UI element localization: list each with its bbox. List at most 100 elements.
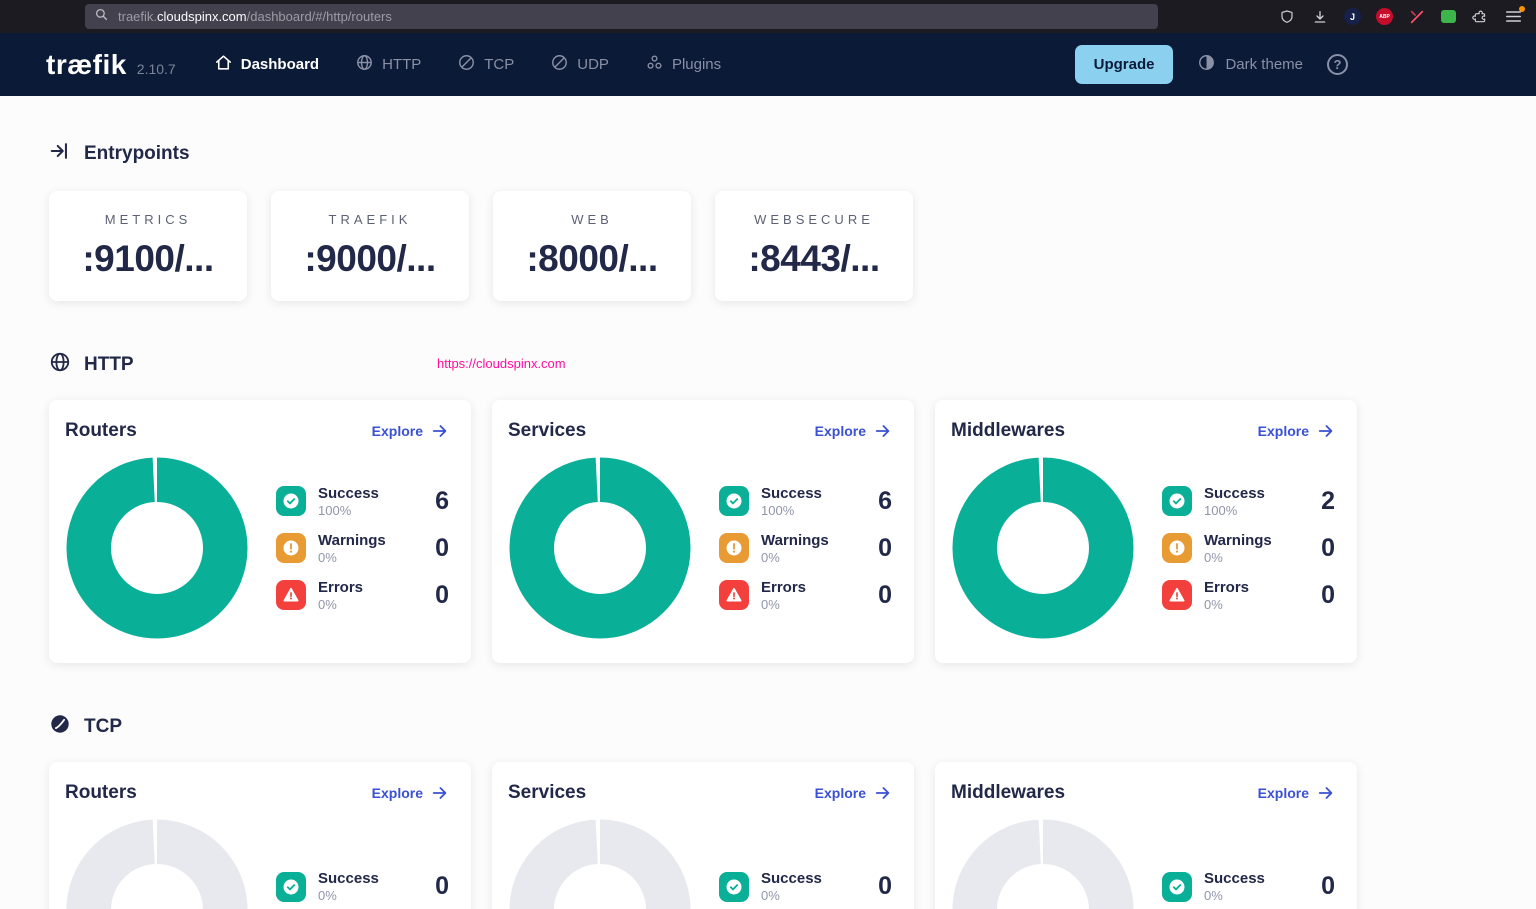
- udp-icon: [550, 53, 569, 76]
- tcp-services-card: Services Explore Success0% 0 Warnings0% …: [492, 762, 914, 909]
- nav-item-dashboard[interactable]: Dashboard: [214, 53, 319, 76]
- entrypoints-icon: [49, 140, 71, 167]
- entrypoint-card-websecure: WEBSECURE :8443/...: [715, 191, 913, 301]
- warnings-count: 0: [1321, 534, 1335, 563]
- entrypoints-row: METRICS :9100/... TRAEFIK :9000/... WEB …: [49, 191, 1536, 301]
- http-cards-row: Routers Explore Success100% 6 Warnings0%…: [49, 400, 1357, 663]
- nav-item-udp[interactable]: UDP: [550, 53, 609, 76]
- success-icon: [1162, 486, 1192, 516]
- errors-count: 0: [435, 581, 449, 610]
- success-count: 6: [435, 487, 449, 516]
- http-middlewares-card: Middlewares Explore Success100% 2 Warnin…: [935, 400, 1357, 663]
- success-count: 0: [435, 872, 449, 901]
- http-section-heading: HTTP https://cloudspinx.com: [49, 351, 1536, 378]
- card-title: Middlewares: [951, 782, 1065, 804]
- notification-dot-icon: [1519, 6, 1525, 12]
- http-routers-card: Routers Explore Success100% 6 Warnings0%…: [49, 400, 471, 663]
- download-icon[interactable]: [1311, 8, 1329, 26]
- donut-chart: [508, 456, 692, 640]
- tcp-section-heading: TCP: [49, 713, 1536, 740]
- entrypoints-section-heading: Entrypoints: [49, 140, 1536, 167]
- entrypoint-port: :8000/...: [526, 238, 657, 280]
- http-services-card: Services Explore Success100% 6 Warnings0…: [492, 400, 914, 663]
- browser-chrome: traefik.cloudspinx.com/dashboard/#/http/…: [0, 0, 1536, 33]
- tcp-icon: [49, 713, 71, 740]
- success-stat: Success100% 6: [276, 480, 449, 522]
- home-icon: [214, 53, 233, 76]
- success-stat: Success100% 2: [1162, 480, 1335, 522]
- extension-icon[interactable]: [1441, 10, 1456, 23]
- warning-icon: [1162, 533, 1192, 563]
- url-bar[interactable]: traefik.cloudspinx.com/dashboard/#/http/…: [85, 4, 1158, 29]
- http-title: HTTP: [84, 354, 134, 376]
- nav-item-plugins[interactable]: Plugins: [645, 53, 721, 76]
- shield-icon[interactable]: [1278, 8, 1296, 26]
- explore-link[interactable]: Explore: [1258, 422, 1335, 440]
- entrypoint-port: :8443/...: [748, 238, 879, 280]
- contrast-icon: [1197, 53, 1216, 76]
- error-icon: [719, 580, 749, 610]
- tcp-icon: [457, 53, 476, 76]
- globe-icon: [355, 53, 374, 76]
- help-icon[interactable]: [1327, 54, 1348, 75]
- nav-item-tcp[interactable]: TCP: [457, 53, 514, 76]
- tcp-title: TCP: [84, 716, 122, 738]
- success-icon: [719, 486, 749, 516]
- success-icon: [276, 872, 306, 902]
- entrypoint-name: WEBSECURE: [754, 212, 874, 227]
- warnings-count: 0: [435, 534, 449, 563]
- donut-chart: [508, 818, 692, 909]
- warnings-count: 0: [878, 534, 892, 563]
- errors-stat: Errors0% 0: [276, 574, 449, 616]
- entrypoint-port: :9100/...: [82, 238, 213, 280]
- card-title: Services: [508, 420, 586, 442]
- errors-count: 0: [878, 581, 892, 610]
- errors-stat: Errors0% 0: [719, 574, 892, 616]
- tcp-cards-row: Routers Explore Success0% 0 Warnings0% 0…: [49, 762, 1357, 909]
- extension-icon[interactable]: [1408, 8, 1426, 26]
- donut-chart: [951, 818, 1135, 909]
- success-icon: [1162, 872, 1192, 902]
- success-stat: Success0% 0: [276, 866, 449, 908]
- extension-icon[interactable]: J: [1344, 8, 1361, 25]
- entrypoint-port: :9000/...: [304, 238, 435, 280]
- success-icon: [276, 486, 306, 516]
- entrypoint-name: TRAEFIK: [329, 212, 412, 227]
- entrypoint-card-traefik: TRAEFIK :9000/...: [271, 191, 469, 301]
- success-stat: Success0% 0: [719, 866, 892, 908]
- warnings-stat: Warnings0% 0: [719, 527, 892, 569]
- warnings-stat: Warnings0% 0: [276, 527, 449, 569]
- warning-icon: [719, 533, 749, 563]
- explore-link[interactable]: Explore: [815, 422, 892, 440]
- entrypoint-card-metrics: METRICS :9100/...: [49, 191, 247, 301]
- explore-link[interactable]: Explore: [815, 784, 892, 802]
- entrypoints-title: Entrypoints: [84, 143, 190, 165]
- extensions-puzzle-icon[interactable]: [1471, 8, 1489, 26]
- warnings-stat: Warnings0% 0: [1162, 527, 1335, 569]
- url-text: traefik.cloudspinx.com/dashboard/#/http/…: [118, 9, 392, 24]
- donut-chart: [65, 818, 249, 909]
- entrypoint-name: WEB: [571, 212, 613, 227]
- explore-link[interactable]: Explore: [1258, 784, 1335, 802]
- upgrade-button[interactable]: Upgrade: [1075, 45, 1174, 84]
- adblock-abp-icon[interactable]: ABP: [1376, 8, 1393, 25]
- card-title: Routers: [65, 782, 137, 804]
- tcp-middlewares-card: Middlewares Explore Success0% 0 Warnings…: [935, 762, 1357, 909]
- version-label: 2.10.7: [137, 61, 176, 77]
- success-count: 2: [1321, 487, 1335, 516]
- nav-item-http[interactable]: HTTP: [355, 53, 421, 76]
- explore-link[interactable]: Explore: [372, 422, 449, 440]
- dark-theme-toggle[interactable]: Dark theme: [1197, 53, 1303, 76]
- error-icon: [1162, 580, 1192, 610]
- search-icon: [95, 8, 108, 26]
- errors-stat: Errors0% 0: [1162, 574, 1335, 616]
- explore-link[interactable]: Explore: [372, 784, 449, 802]
- success-count: 0: [1321, 872, 1335, 901]
- traefik-logo[interactable]: træfik: [46, 49, 127, 81]
- watermark-link: https://cloudspinx.com: [437, 356, 566, 371]
- success-icon: [719, 872, 749, 902]
- errors-count: 0: [1321, 581, 1335, 610]
- menu-icon[interactable]: [1504, 8, 1522, 26]
- donut-chart: [951, 456, 1135, 640]
- success-count: 6: [878, 487, 892, 516]
